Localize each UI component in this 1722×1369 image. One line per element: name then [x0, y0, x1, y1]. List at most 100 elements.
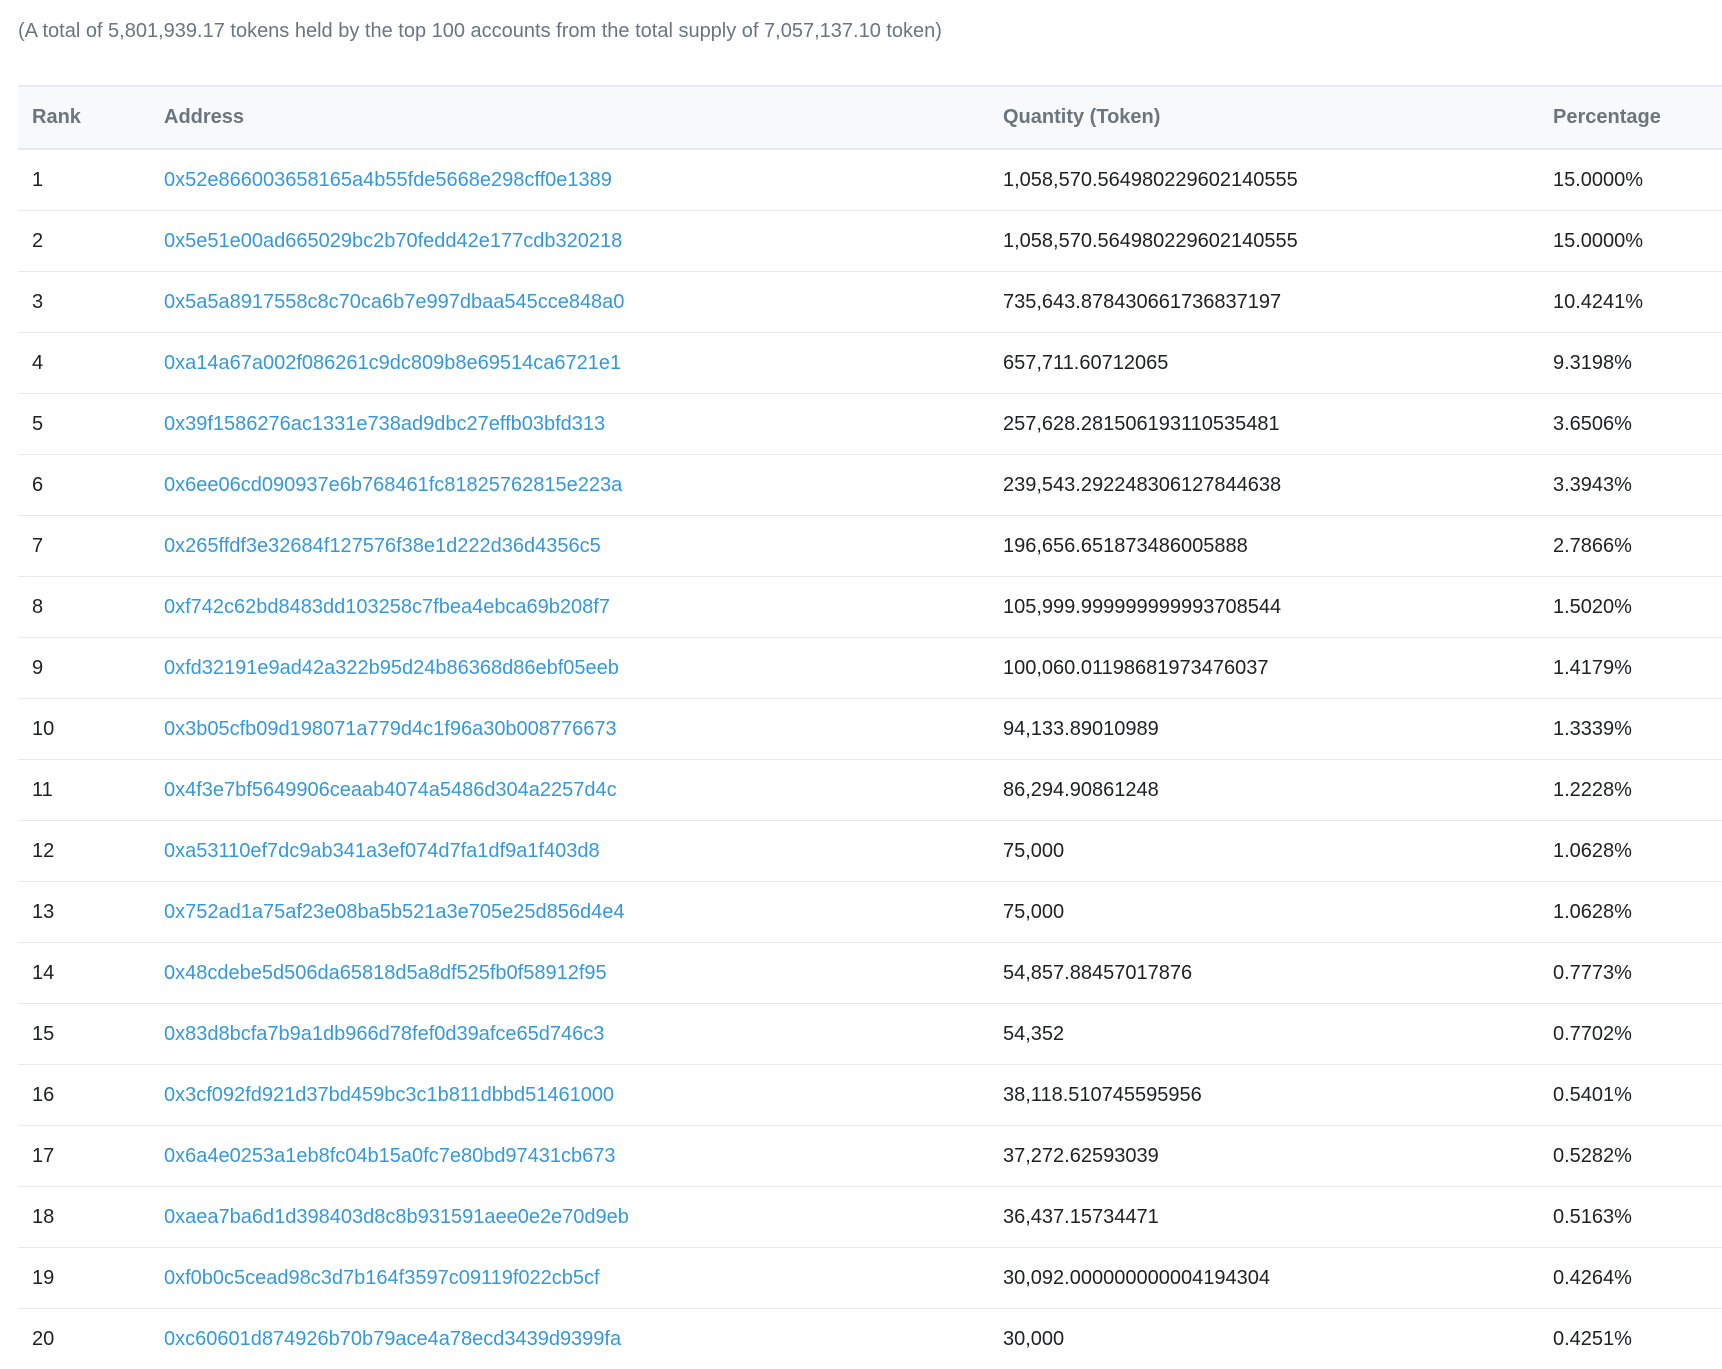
rank-cell: 13	[32, 901, 55, 923]
percentage-cell: 1.4179%	[1553, 657, 1632, 679]
percentage-cell: 15.0000%	[1553, 230, 1644, 252]
rank-cell: 15	[32, 1023, 55, 1045]
quantity-cell: 257,628.281506193110535481	[1003, 413, 1280, 435]
table-row: 20 0xc60601d874926b70b79ace4a78ecd3439d93…	[18, 1309, 1722, 1369]
percentage-cell: 2.7866%	[1553, 535, 1632, 557]
quantity-cell: 38,118.510745595956	[1003, 1084, 1202, 1106]
quantity-cell: 239,543.292248306127844638	[1003, 474, 1282, 496]
address-link[interactable]: 0x265ffdf3e32684f127576f38e1d222d36d4356…	[164, 516, 601, 576]
rank-cell: 11	[32, 779, 53, 801]
rank-cell: 18	[32, 1206, 55, 1228]
quantity-cell: 36,437.15734471	[1003, 1206, 1159, 1228]
address-link[interactable]: 0xa14a67a002f086261c9dc809b8e69514ca6721…	[164, 333, 621, 393]
table-row: 15 0x83d8bcfa7b9a1db966d78fef0d39afce65d7…	[18, 1004, 1722, 1065]
quantity-cell: 1,058,570.564980229602140555	[1003, 230, 1298, 252]
percentage-cell: 1.0628%	[1553, 840, 1632, 862]
address-link[interactable]: 0x6ee06cd090937e6b768461fc81825762815e22…	[164, 455, 622, 515]
percentage-cell: 10.4241%	[1553, 291, 1644, 313]
table-row: 16 0x3cf092fd921d37bd459bc3c1b811dbbd5146…	[18, 1065, 1722, 1126]
address-link[interactable]: 0x752ad1a75af23e08ba5b521a3e705e25d856d4…	[164, 882, 624, 942]
table-row: 18 0xaea7ba6d1d398403d8c8b931591aee0e2e70…	[18, 1187, 1722, 1248]
percentage-cell: 9.3198%	[1553, 352, 1632, 374]
address-link[interactable]: 0xf742c62bd8483dd103258c7fbea4ebca69b208…	[164, 577, 610, 637]
quantity-cell: 75,000	[1003, 901, 1065, 923]
address-link[interactable]: 0x83d8bcfa7b9a1db966d78fef0d39afce65d746…	[164, 1004, 604, 1064]
rank-cell: 1	[32, 169, 44, 191]
percentage-cell: 0.7773%	[1553, 962, 1632, 984]
table-row: 10 0x3b05cfb09d198071a779d4c1f96a30b00877…	[18, 699, 1722, 760]
rank-cell: 10	[32, 718, 55, 740]
address-link[interactable]: 0x52e866003658165a4b55fde5668e298cff0e13…	[164, 150, 612, 210]
table-row: 3 0x5a5a8917558c8c70ca6b7e997dbaa545cce84…	[18, 272, 1722, 333]
percentage-cell: 3.3943%	[1553, 474, 1632, 496]
rank-cell: 6	[32, 474, 44, 496]
quantity-cell: 37,272.62593039	[1003, 1145, 1159, 1167]
address-link[interactable]: 0x39f1586276ac1331e738ad9dbc27effb03bfd3…	[164, 394, 605, 454]
table-row: 12 0xa53110ef7dc9ab341a3ef074d7fa1df9a1f4…	[18, 821, 1722, 882]
address-link[interactable]: 0xfd32191e9ad42a322b95d24b86368d86ebf05e…	[164, 638, 619, 698]
quantity-cell: 54,857.88457017876	[1003, 962, 1193, 984]
address-link[interactable]: 0x48cdebe5d506da65818d5a8df525fb0f58912f…	[164, 943, 607, 1003]
rank-cell: 7	[32, 535, 44, 557]
rank-cell: 4	[32, 352, 44, 374]
address-link[interactable]: 0x6a4e0253a1eb8fc04b15a0fc7e80bd97431cb6…	[164, 1126, 616, 1186]
address-link[interactable]: 0x4f3e7bf5649906ceaab4074a5486d304a2257d…	[164, 760, 617, 820]
table-row: 1 0x52e866003658165a4b55fde5668e298cff0e1…	[18, 150, 1722, 211]
table-row: 17 0x6a4e0253a1eb8fc04b15a0fc7e80bd97431c…	[18, 1126, 1722, 1187]
quantity-cell: 1,058,570.564980229602140555	[1003, 169, 1298, 191]
rank-cell: 8	[32, 596, 44, 618]
address-link[interactable]: 0x5e51e00ad665029bc2b70fedd42e177cdb3202…	[164, 211, 622, 271]
rank-cell: 5	[32, 413, 44, 435]
quantity-cell: 86,294.90861248	[1003, 779, 1159, 801]
rank-cell: 9	[32, 657, 44, 679]
quantity-cell: 75,000	[1003, 840, 1065, 862]
address-link[interactable]: 0xaea7ba6d1d398403d8c8b931591aee0e2e70d9…	[164, 1187, 629, 1247]
quantity-cell: 735,643.878430661736837197	[1003, 291, 1282, 313]
quantity-cell: 196,656.651873486005888	[1003, 535, 1248, 557]
table-row: 7 0x265ffdf3e32684f127576f38e1d222d36d435…	[18, 516, 1722, 577]
quantity-cell: 105,999.999999999993708544	[1003, 596, 1282, 618]
rank-column-header: Rank	[32, 106, 81, 128]
percentage-cell: 0.4264%	[1553, 1267, 1632, 1289]
table-row: 5 0x39f1586276ac1331e738ad9dbc27effb03bfd…	[18, 394, 1722, 455]
token-holders-table: Rank Address Quantity (Token) Percentage…	[18, 85, 1722, 1369]
quantity-cell: 94,133.89010989	[1003, 718, 1159, 740]
table-row: 4 0xa14a67a002f086261c9dc809b8e69514ca672…	[18, 333, 1722, 394]
table-header: Rank Address Quantity (Token) Percentage	[18, 87, 1722, 150]
percentage-cell: 0.4251%	[1553, 1328, 1632, 1350]
holders-summary: (A total of 5,801,939.17 tokens held by …	[18, 20, 942, 42]
rank-cell: 20	[32, 1328, 55, 1350]
quantity-cell: 100,060.01198681973476037	[1003, 657, 1269, 679]
rank-cell: 16	[32, 1084, 55, 1106]
quantity-cell: 657,711.60712065	[1003, 352, 1169, 374]
address-link[interactable]: 0x3b05cfb09d198071a779d4c1f96a30b0087766…	[164, 699, 617, 759]
table-row: 8 0xf742c62bd8483dd103258c7fbea4ebca69b20…	[18, 577, 1722, 638]
table-row: 6 0x6ee06cd090937e6b768461fc81825762815e2…	[18, 455, 1722, 516]
percentage-cell: 1.2228%	[1553, 779, 1632, 801]
table-row: 13 0x752ad1a75af23e08ba5b521a3e705e25d856…	[18, 882, 1722, 943]
table-row: 14 0x48cdebe5d506da65818d5a8df525fb0f5891…	[18, 943, 1722, 1004]
percentage-cell: 0.5401%	[1553, 1084, 1632, 1106]
percentage-cell: 15.0000%	[1553, 169, 1644, 191]
rank-cell: 14	[32, 962, 55, 984]
table-row: 19 0xf0b0c5cead98c3d7b164f3597c09119f022c…	[18, 1248, 1722, 1309]
rank-cell: 17	[32, 1145, 55, 1167]
quantity-cell: 30,092.000000000004194304	[1003, 1267, 1270, 1289]
percentage-cell: 1.0628%	[1553, 901, 1632, 923]
address-column-header: Address	[164, 106, 245, 128]
address-link[interactable]: 0xa53110ef7dc9ab341a3ef074d7fa1df9a1f403…	[164, 821, 600, 881]
quantity-cell: 54,352	[1003, 1023, 1065, 1045]
rank-cell: 19	[32, 1267, 55, 1289]
rank-cell: 2	[32, 230, 44, 252]
address-link[interactable]: 0x3cf092fd921d37bd459bc3c1b811dbbd514610…	[164, 1065, 614, 1125]
percentage-cell: 0.7702%	[1553, 1023, 1632, 1045]
address-link[interactable]: 0xf0b0c5cead98c3d7b164f3597c09119f022cb5…	[164, 1248, 600, 1308]
table-body: 1 0x52e866003658165a4b55fde5668e298cff0e1…	[18, 150, 1722, 1369]
table-row: 11 0x4f3e7bf5649906ceaab4074a5486d304a225…	[18, 760, 1722, 821]
percentage-column-header: Percentage	[1553, 106, 1661, 128]
address-link[interactable]: 0x5a5a8917558c8c70ca6b7e997dbaa545cce848…	[164, 272, 624, 332]
percentage-cell: 3.6506%	[1553, 413, 1632, 435]
rank-cell: 12	[32, 840, 55, 862]
address-link[interactable]: 0xc60601d874926b70b79ace4a78ecd3439d9399…	[164, 1309, 621, 1369]
rank-cell: 3	[32, 291, 44, 313]
